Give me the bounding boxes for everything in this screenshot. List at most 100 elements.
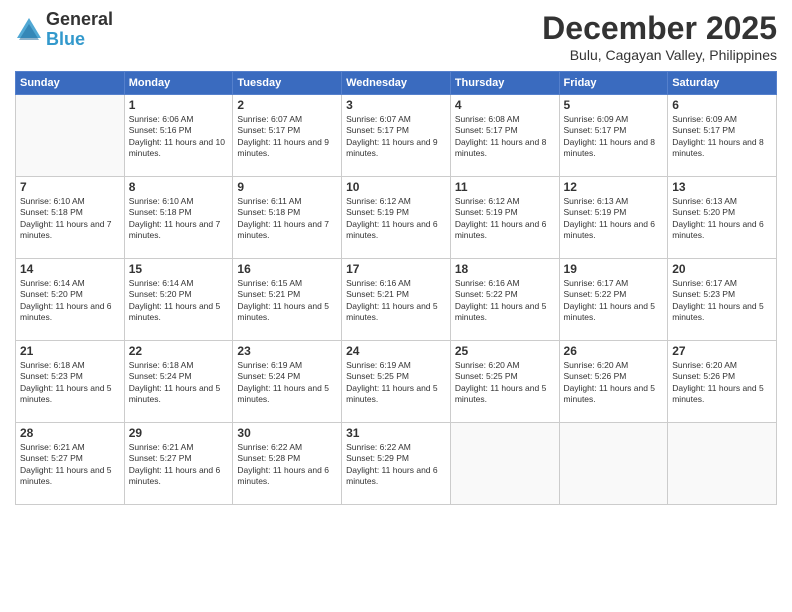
day-of-week-header: Thursday bbox=[450, 72, 559, 95]
day-info: Sunrise: 6:22 AMSunset: 5:29 PMDaylight:… bbox=[346, 442, 446, 488]
day-number: 18 bbox=[455, 262, 555, 276]
day-info: Sunrise: 6:07 AMSunset: 5:17 PMDaylight:… bbox=[346, 114, 446, 160]
calendar-week-row: 14 Sunrise: 6:14 AMSunset: 5:20 PMDayligh… bbox=[16, 259, 777, 341]
calendar-cell: 18Sunrise: 6:16 AMSunset: 5:22 PMDayligh… bbox=[450, 259, 559, 341]
day-info: Sunrise: 6:13 AMSunset: 5:20 PMDaylight:… bbox=[672, 196, 772, 242]
day-info: Sunrise: 6:20 AMSunset: 5:25 PMDaylight:… bbox=[455, 360, 555, 406]
day-info: Sunrise: 6:15 AMSunset: 5:21 PMDaylight:… bbox=[237, 278, 337, 324]
calendar-cell: 28 Sunrise: 6:21 AMSunset: 5:27 PMDayligh… bbox=[16, 423, 125, 505]
day-number: 31 bbox=[346, 426, 446, 440]
calendar-cell: 10 Sunrise: 6:12 AMSunset: 5:19 PMDayligh… bbox=[342, 177, 451, 259]
calendar-table: SundayMondayTuesdayWednesdayThursdayFrid… bbox=[15, 71, 777, 505]
calendar-cell: 19Sunrise: 6:17 AMSunset: 5:22 PMDayligh… bbox=[559, 259, 668, 341]
day-info: Sunrise: 6:16 AMSunset: 5:21 PMDaylight:… bbox=[346, 278, 446, 324]
day-of-week-header: Friday bbox=[559, 72, 668, 95]
day-info: Sunrise: 6:14 AMSunset: 5:20 PMDaylight:… bbox=[20, 278, 120, 324]
calendar-cell: 30 Sunrise: 6:22 AMSunset: 5:28 PMDayligh… bbox=[233, 423, 342, 505]
calendar-cell: 9 Sunrise: 6:11 AMSunset: 5:18 PMDaylight… bbox=[233, 177, 342, 259]
day-info: Sunrise: 6:20 AMSunset: 5:26 PMDaylight:… bbox=[564, 360, 664, 406]
calendar-cell: 23Sunrise: 6:19 AMSunset: 5:24 PMDayligh… bbox=[233, 341, 342, 423]
calendar-cell: 16 Sunrise: 6:15 AMSunset: 5:21 PMDayligh… bbox=[233, 259, 342, 341]
day-number: 12 bbox=[564, 180, 664, 194]
day-info: Sunrise: 6:06 AMSunset: 5:16 PMDaylight:… bbox=[129, 114, 229, 160]
day-number: 30 bbox=[237, 426, 337, 440]
day-number: 28 bbox=[20, 426, 120, 440]
day-info: Sunrise: 6:21 AMSunset: 5:27 PMDaylight:… bbox=[129, 442, 229, 488]
day-number: 15 bbox=[129, 262, 229, 276]
day-number: 16 bbox=[237, 262, 337, 276]
calendar-cell: 4 Sunrise: 6:08 AMSunset: 5:17 PMDaylight… bbox=[450, 95, 559, 177]
calendar-cell: 21 Sunrise: 6:18 AMSunset: 5:23 PMDayligh… bbox=[16, 341, 125, 423]
day-number: 23 bbox=[237, 344, 337, 358]
day-of-week-header: Wednesday bbox=[342, 72, 451, 95]
day-info: Sunrise: 6:22 AMSunset: 5:28 PMDaylight:… bbox=[237, 442, 337, 488]
calendar-cell: 11 Sunrise: 6:12 AMSunset: 5:19 PMDayligh… bbox=[450, 177, 559, 259]
day-number: 22 bbox=[129, 344, 229, 358]
calendar-week-row: 7Sunrise: 6:10 AMSunset: 5:18 PMDaylight… bbox=[16, 177, 777, 259]
calendar-cell: 26 Sunrise: 6:20 AMSunset: 5:26 PMDayligh… bbox=[559, 341, 668, 423]
day-info: Sunrise: 6:13 AMSunset: 5:19 PMDaylight:… bbox=[564, 196, 664, 242]
day-info: Sunrise: 6:21 AMSunset: 5:27 PMDaylight:… bbox=[20, 442, 120, 488]
calendar-cell bbox=[668, 423, 777, 505]
title-block: December 2025 Bulu, Cagayan Valley, Phil… bbox=[542, 10, 777, 63]
calendar-cell: 29 Sunrise: 6:21 AMSunset: 5:27 PMDayligh… bbox=[124, 423, 233, 505]
day-info: Sunrise: 6:17 AMSunset: 5:22 PMDaylight:… bbox=[564, 278, 664, 324]
calendar-page: General Blue December 2025 Bulu, Cagayan… bbox=[0, 0, 792, 612]
day-number: 13 bbox=[672, 180, 772, 194]
day-info: Sunrise: 6:19 AMSunset: 5:25 PMDaylight:… bbox=[346, 360, 446, 406]
day-info: Sunrise: 6:09 AMSunset: 5:17 PMDaylight:… bbox=[564, 114, 664, 160]
day-info: Sunrise: 6:10 AMSunset: 5:18 PMDaylight:… bbox=[129, 196, 229, 242]
calendar-cell: 27Sunrise: 6:20 AMSunset: 5:26 PMDayligh… bbox=[668, 341, 777, 423]
day-info: Sunrise: 6:11 AMSunset: 5:18 PMDaylight:… bbox=[237, 196, 337, 242]
day-number: 10 bbox=[346, 180, 446, 194]
calendar-cell bbox=[450, 423, 559, 505]
day-number: 11 bbox=[455, 180, 555, 194]
day-info: Sunrise: 6:08 AMSunset: 5:17 PMDaylight:… bbox=[455, 114, 555, 160]
day-of-week-header: Sunday bbox=[16, 72, 125, 95]
logo-icon bbox=[15, 16, 43, 44]
day-info: Sunrise: 6:18 AMSunset: 5:23 PMDaylight:… bbox=[20, 360, 120, 406]
day-of-week-header: Tuesday bbox=[233, 72, 342, 95]
day-number: 25 bbox=[455, 344, 555, 358]
day-number: 24 bbox=[346, 344, 446, 358]
calendar-cell: 15 Sunrise: 6:14 AMSunset: 5:20 PMDayligh… bbox=[124, 259, 233, 341]
day-info: Sunrise: 6:09 AMSunset: 5:17 PMDaylight:… bbox=[672, 114, 772, 160]
day-number: 21 bbox=[20, 344, 120, 358]
calendar-cell: 24 Sunrise: 6:19 AMSunset: 5:25 PMDayligh… bbox=[342, 341, 451, 423]
day-of-week-header: Monday bbox=[124, 72, 233, 95]
day-info: Sunrise: 6:12 AMSunset: 5:19 PMDaylight:… bbox=[346, 196, 446, 242]
day-number: 26 bbox=[564, 344, 664, 358]
calendar-cell: 1Sunrise: 6:06 AMSunset: 5:16 PMDaylight… bbox=[124, 95, 233, 177]
calendar-cell: 12 Sunrise: 6:13 AMSunset: 5:19 PMDayligh… bbox=[559, 177, 668, 259]
calendar-cell: 8 Sunrise: 6:10 AMSunset: 5:18 PMDaylight… bbox=[124, 177, 233, 259]
day-info: Sunrise: 6:12 AMSunset: 5:19 PMDaylight:… bbox=[455, 196, 555, 242]
day-number: 5 bbox=[564, 98, 664, 112]
day-number: 17 bbox=[346, 262, 446, 276]
day-number: 9 bbox=[237, 180, 337, 194]
month-title: December 2025 bbox=[542, 10, 777, 47]
day-number: 29 bbox=[129, 426, 229, 440]
location-title: Bulu, Cagayan Valley, Philippines bbox=[542, 47, 777, 63]
logo-blue: Blue bbox=[46, 30, 113, 50]
header: General Blue December 2025 Bulu, Cagayan… bbox=[15, 10, 777, 63]
logo-general: General bbox=[46, 10, 113, 30]
day-of-week-header: Saturday bbox=[668, 72, 777, 95]
calendar-cell: 3 Sunrise: 6:07 AMSunset: 5:17 PMDaylight… bbox=[342, 95, 451, 177]
day-number: 6 bbox=[672, 98, 772, 112]
day-number: 8 bbox=[129, 180, 229, 194]
calendar-cell: 17 Sunrise: 6:16 AMSunset: 5:21 PMDayligh… bbox=[342, 259, 451, 341]
day-number: 3 bbox=[346, 98, 446, 112]
calendar-week-row: 28 Sunrise: 6:21 AMSunset: 5:27 PMDayligh… bbox=[16, 423, 777, 505]
calendar-cell: 22Sunrise: 6:18 AMSunset: 5:24 PMDayligh… bbox=[124, 341, 233, 423]
calendar-cell bbox=[559, 423, 668, 505]
calendar-cell: 31 Sunrise: 6:22 AMSunset: 5:29 PMDayligh… bbox=[342, 423, 451, 505]
calendar-cell: 6 Sunrise: 6:09 AMSunset: 5:17 PMDaylight… bbox=[668, 95, 777, 177]
calendar-cell bbox=[16, 95, 125, 177]
calendar-cell: 2Sunrise: 6:07 AMSunset: 5:17 PMDaylight… bbox=[233, 95, 342, 177]
calendar-header-row: SundayMondayTuesdayWednesdayThursdayFrid… bbox=[16, 72, 777, 95]
day-number: 2 bbox=[237, 98, 337, 112]
day-number: 14 bbox=[20, 262, 120, 276]
logo: General Blue bbox=[15, 10, 113, 50]
day-number: 4 bbox=[455, 98, 555, 112]
day-info: Sunrise: 6:14 AMSunset: 5:20 PMDaylight:… bbox=[129, 278, 229, 324]
